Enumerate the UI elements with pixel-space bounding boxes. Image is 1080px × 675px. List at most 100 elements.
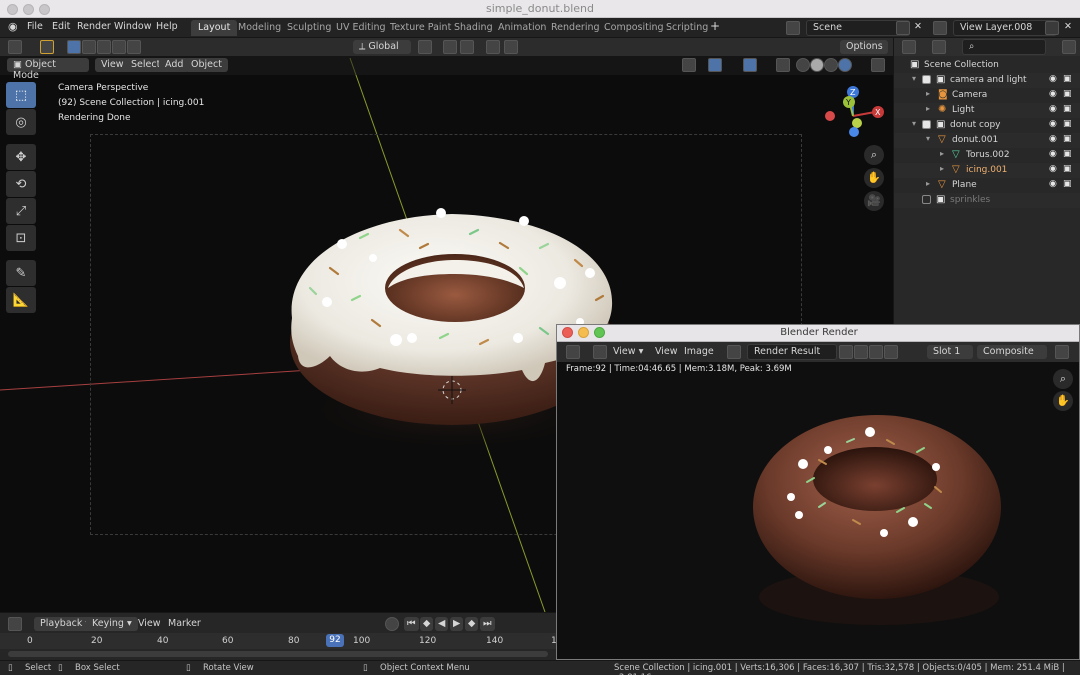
select-mode-new-icon[interactable] — [67, 40, 81, 54]
eye-visibility-icon[interactable]: ◉ — [1049, 164, 1057, 174]
outliner-row-donut-001[interactable]: ▾ ▽ donut.001 ◉ ▣ — [894, 133, 1080, 148]
render-visibility-icon[interactable]: ▣ — [1063, 119, 1072, 129]
menu-render[interactable]: Render — [77, 21, 111, 32]
transform-orientation-dropdown[interactable]: ⟂ Global — [353, 40, 411, 54]
timeline-scrollbar[interactable] — [8, 651, 548, 657]
outliner-search-input[interactable]: ⌕ — [962, 39, 1046, 55]
wireframe-shading-icon[interactable] — [796, 58, 810, 72]
menu-help[interactable]: Help — [156, 21, 178, 32]
expand-toggle-icon[interactable]: ▸ — [926, 104, 930, 113]
pivot-point-icon[interactable] — [418, 40, 432, 54]
outliner-editor-type-icon[interactable] — [902, 40, 916, 54]
exclude-checkbox[interactable] — [922, 195, 931, 204]
menu-object[interactable]: Object — [185, 58, 228, 72]
new-image-icon[interactable] — [854, 345, 868, 359]
view-layer-selector-icon[interactable] — [933, 21, 947, 35]
open-image-icon[interactable] — [869, 345, 883, 359]
timeline-editor-type-icon[interactable] — [8, 617, 22, 631]
zoom-view-icon[interactable]: ⌕ — [864, 145, 884, 165]
render-visibility-icon[interactable]: ▣ — [1063, 89, 1072, 99]
blender-logo-icon[interactable]: ◉ — [8, 20, 18, 33]
pass-dropdown[interactable]: Composite — [977, 345, 1047, 359]
tab-scripting[interactable]: Scripting — [659, 20, 715, 36]
render-visibility-icon[interactable]: ▣ — [1063, 164, 1072, 174]
eye-visibility-icon[interactable]: ◉ — [1049, 74, 1057, 84]
expand-toggle-icon[interactable]: ▸ — [940, 149, 944, 158]
camera-view-icon[interactable]: 🎥 — [864, 191, 884, 211]
cursor-tool-icon[interactable]: ◎ — [6, 109, 36, 135]
view-layer-field[interactable]: View Layer.008 — [953, 20, 1057, 36]
expand-toggle-icon[interactable]: ▾ — [912, 119, 916, 128]
visibility-dropdown-icon[interactable] — [682, 58, 696, 72]
menu-file[interactable]: File — [27, 21, 43, 32]
eye-visibility-icon[interactable]: ◉ — [1049, 119, 1057, 129]
image-name-field[interactable]: Render Result — [747, 344, 837, 360]
rendered-shading-icon[interactable] — [838, 58, 852, 72]
display-mode-icon[interactable] — [932, 40, 946, 54]
render-close-button[interactable] — [562, 327, 573, 338]
outliner-row-camera-and-light[interactable]: ▾ ▣ camera and light ◉ ▣ — [894, 73, 1080, 88]
scene-selector-icon[interactable] — [786, 21, 800, 35]
slot-dropdown[interactable]: Slot 1 — [927, 345, 973, 359]
render-visibility-icon[interactable]: ▣ — [1063, 104, 1072, 114]
exclude-checkbox[interactable] — [922, 120, 931, 129]
proportional-edit-icon[interactable] — [486, 40, 500, 54]
eye-visibility-icon[interactable]: ◉ — [1049, 89, 1057, 99]
select-tool-icon[interactable] — [40, 40, 54, 54]
render-result-image[interactable] — [557, 362, 1080, 660]
prev-keyframe-icon[interactable]: ◆ — [420, 617, 434, 631]
exclude-checkbox[interactable] — [922, 75, 931, 84]
pause-render-icon[interactable] — [871, 58, 885, 72]
scale-tool-icon[interactable]: ⤢ — [6, 198, 36, 224]
render-pan-icon[interactable]: ✋ — [1053, 391, 1073, 411]
outliner-row-camera[interactable]: ▸ ◙ Camera ◉ ▣ — [894, 88, 1080, 103]
transform-tool-icon[interactable]: ⊡ — [6, 225, 36, 251]
outliner-row-light[interactable]: ▸ ✺ Light ◉ ▣ — [894, 103, 1080, 118]
expand-toggle-icon[interactable]: ▸ — [926, 89, 930, 98]
image-editor-type-icon[interactable] — [566, 345, 580, 359]
display-channels-icon[interactable] — [1055, 345, 1069, 359]
eye-visibility-icon[interactable]: ◉ — [1049, 149, 1057, 159]
scene-name-field[interactable]: Scene — [806, 20, 910, 36]
jump-start-icon[interactable]: ⏮ — [404, 617, 419, 631]
render-visibility-icon[interactable]: ▣ — [1063, 74, 1072, 84]
delete-view-layer-icon[interactable]: ✕ — [1064, 21, 1072, 32]
expand-toggle-icon[interactable]: ▾ — [926, 134, 930, 143]
render-visibility-icon[interactable]: ▣ — [1063, 179, 1072, 189]
pan-view-icon[interactable]: ✋ — [864, 168, 884, 188]
render-visibility-icon[interactable]: ▣ — [1063, 149, 1072, 159]
view-dropdown[interactable]: View ▾ — [607, 345, 649, 359]
fake-user-icon[interactable] — [839, 345, 853, 359]
timeline-ruler[interactable]: 0 20 40 60 80 92 100 120 140 1 — [0, 633, 557, 649]
annotate-tool-icon[interactable]: ✎ — [6, 260, 36, 286]
measure-tool-icon[interactable]: 📐 — [6, 287, 36, 313]
play-icon[interactable]: ▶ — [450, 617, 464, 631]
eye-visibility-icon[interactable]: ◉ — [1049, 104, 1057, 114]
filter-icon[interactable] — [1062, 40, 1076, 54]
solid-shading-icon[interactable] — [810, 58, 824, 72]
add-workspace-icon[interactable]: + — [710, 19, 720, 33]
select-box-tool-icon[interactable]: ⬚ — [6, 82, 36, 108]
menu-image[interactable]: Image — [678, 345, 720, 359]
outliner-row-donut-copy[interactable]: ▾ ▣ donut copy ◉ ▣ — [894, 118, 1080, 133]
eye-visibility-icon[interactable]: ◉ — [1049, 179, 1057, 189]
expand-toggle-icon[interactable]: ▸ — [940, 164, 944, 173]
mode-dropdown[interactable]: ▣ Object Mode — [7, 58, 89, 81]
outliner-row-sprinkles[interactable]: ▣ sprinkles — [894, 193, 1080, 208]
outliner-row-torus-002[interactable]: ▸ ▽ Torus.002 ◉ ▣ — [894, 148, 1080, 163]
render-zoom-icon[interactable]: ⌕ — [1053, 369, 1073, 389]
eye-visibility-icon[interactable]: ◉ — [1049, 134, 1057, 144]
falloff-icon[interactable] — [504, 40, 518, 54]
select-mode-intersect-icon[interactable] — [127, 40, 141, 54]
overlay-toggle-icon[interactable] — [743, 58, 757, 72]
new-scene-icon[interactable] — [896, 21, 910, 35]
outliner-row-icing-001[interactable]: ▸ ▽ icing.001 ◉ ▣ — [894, 163, 1080, 178]
select-mode-invert-icon[interactable] — [112, 40, 126, 54]
snap-target-icon[interactable] — [460, 40, 474, 54]
move-tool-icon[interactable]: ✥ — [6, 144, 36, 170]
select-mode-extend-icon[interactable] — [82, 40, 96, 54]
menu-keying[interactable]: Keying ▾ — [86, 617, 138, 631]
menu-window[interactable]: Window — [114, 21, 151, 32]
expand-toggle-icon[interactable]: ▸ — [926, 179, 930, 188]
editor-type-icon[interactable] — [8, 40, 22, 54]
